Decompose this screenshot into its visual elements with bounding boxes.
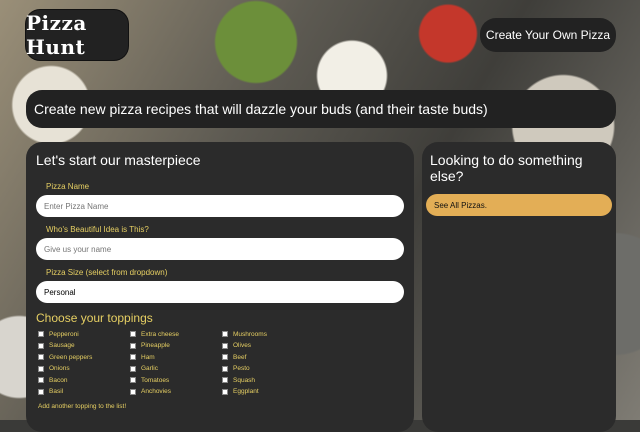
checkbox[interactable] <box>222 365 228 372</box>
checkbox[interactable] <box>38 365 44 372</box>
topping-label: Squash <box>233 376 256 384</box>
topping-option[interactable]: Pepperoni <box>38 329 130 339</box>
topping-option[interactable]: Garlic <box>130 364 222 374</box>
toppings-title: Choose your toppings <box>36 311 153 325</box>
pizza-size-label: Pizza Size (select from dropdown) <box>46 268 168 277</box>
checkbox[interactable] <box>222 354 228 360</box>
topping-label: Anchovies <box>141 388 171 395</box>
checkbox[interactable] <box>38 331 44 337</box>
topping-label: Onions <box>49 365 70 372</box>
topping-option[interactable]: Bacon <box>38 375 130 385</box>
topping-option[interactable]: Ham <box>130 352 222 362</box>
logo[interactable]: Pizza Hunt <box>26 10 128 60</box>
pizza-name-label: Pizza Name <box>46 182 90 191</box>
topping-option[interactable]: Onions <box>38 364 130 374</box>
checkbox[interactable] <box>38 354 44 360</box>
checkbox[interactable] <box>222 377 228 383</box>
topping-label: Garlic <box>141 365 158 372</box>
pizza-form-panel: Let's start our masterpiece Pizza Name W… <box>26 142 414 432</box>
checkbox[interactable] <box>130 377 136 383</box>
checkbox[interactable] <box>130 365 136 372</box>
topping-option[interactable]: Pineapple <box>130 341 222 351</box>
topping-label: Tomatoes <box>141 376 170 384</box>
topping-option[interactable]: Pesto <box>222 364 314 374</box>
checkbox[interactable] <box>130 388 136 395</box>
topping-option[interactable]: Eggplant <box>222 387 314 397</box>
topping-option[interactable]: Basil <box>38 387 130 397</box>
pizza-size-select[interactable]: Personal <box>36 281 404 303</box>
checkbox[interactable] <box>130 331 136 337</box>
topping-label: Pesto <box>233 365 250 372</box>
topping-option[interactable]: Olives <box>222 341 314 351</box>
topping-label: Mushrooms <box>233 330 267 338</box>
checkbox[interactable] <box>38 377 44 383</box>
topping-label: Beef <box>233 353 247 361</box>
topping-label: Pineapple <box>141 342 170 349</box>
checkbox[interactable] <box>222 331 228 337</box>
topping-option[interactable]: Sausage <box>38 341 130 351</box>
topping-label: Basil <box>49 388 64 395</box>
sidebar-panel: Looking to do something else? See All Pi… <box>422 142 616 432</box>
sidebar-title: Looking to do something else? <box>430 152 583 184</box>
checkbox[interactable] <box>222 342 228 349</box>
topping-option[interactable]: Beef <box>222 352 314 362</box>
topping-option[interactable]: Mushrooms <box>222 329 314 339</box>
checkbox[interactable] <box>38 342 44 349</box>
topping-label: Extra cheese <box>141 330 179 338</box>
checkbox[interactable] <box>130 354 136 360</box>
topping-label: Green peppers <box>49 353 93 361</box>
topping-label: Bacon <box>49 376 68 384</box>
toppings-list: Pepperoni Extra cheese Mushrooms Sausage… <box>38 329 404 397</box>
add-topping-link[interactable]: Add another topping to the list! <box>38 403 404 410</box>
topping-option[interactable]: Extra cheese <box>130 329 222 339</box>
creator-label: Who's Beautiful Idea is This? <box>46 225 149 234</box>
topping-option[interactable]: Green peppers <box>38 352 130 362</box>
topping-label: Olives <box>233 342 252 349</box>
pizza-name-input[interactable] <box>36 195 404 217</box>
form-title: Let's start our masterpiece <box>36 152 201 168</box>
create-your-own-pizza-button[interactable]: Create Your Own Pizza <box>479 18 616 52</box>
checkbox[interactable] <box>130 342 136 349</box>
topping-option[interactable]: Anchovies <box>130 387 222 397</box>
topping-label: Pepperoni <box>49 330 79 338</box>
creator-name-input[interactable] <box>36 238 404 260</box>
checkbox[interactable] <box>38 388 44 395</box>
see-all-pizzas-button[interactable]: See All Pizzas. <box>426 194 612 216</box>
topping-option[interactable]: Tomatoes <box>130 375 222 385</box>
topping-label: Sausage <box>49 342 75 349</box>
topping-label: Eggplant <box>233 388 259 395</box>
topping-option[interactable]: Squash <box>222 375 314 385</box>
checkbox[interactable] <box>222 388 228 395</box>
topping-label: Ham <box>141 353 155 361</box>
hero-banner: Create new pizza recipes that will dazzl… <box>26 90 616 128</box>
